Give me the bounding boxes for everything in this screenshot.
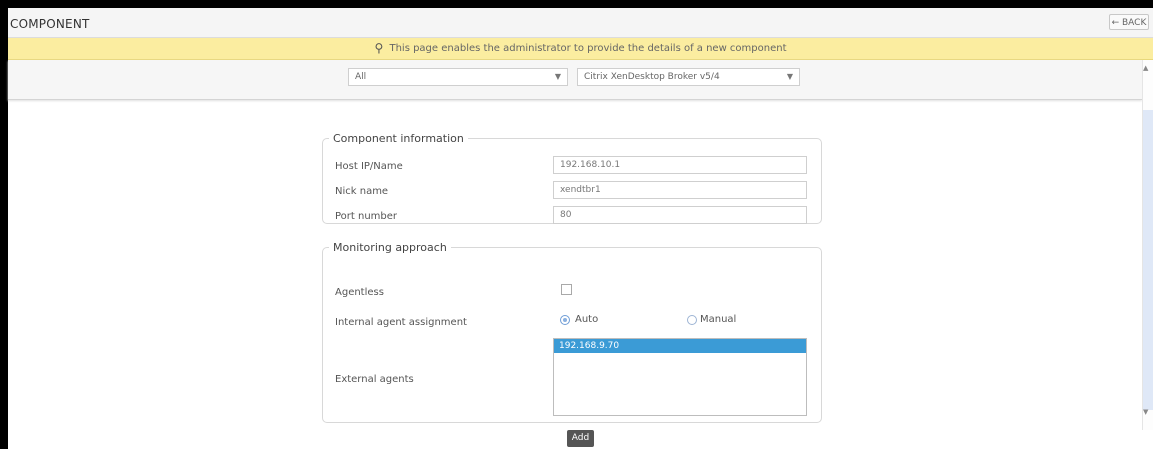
page-title: COMPONENT <box>10 17 90 31</box>
nick-name-label: Nick name <box>335 186 389 197</box>
add-button[interactable]: Add <box>567 430 594 447</box>
info-banner: ⚲ This page enables the administrator to… <box>8 38 1153 60</box>
scrollbar-thumb[interactable] <box>1143 110 1153 410</box>
window-left-border <box>0 8 8 449</box>
scroll-down-arrow-icon[interactable]: ▼ <box>1143 408 1148 416</box>
host-ip-label: Host IP/Name <box>335 161 403 172</box>
list-item[interactable]: 192.168.9.70 <box>554 339 806 353</box>
scroll-up-arrow-icon[interactable]: ▲ <box>1143 64 1148 72</box>
monitoring-approach-section: Monitoring approach Agentless Internal a… <box>322 241 822 423</box>
agentless-label: Agentless <box>335 287 384 298</box>
external-agents-listbox[interactable]: 192.168.9.70 <box>553 338 807 416</box>
port-number-input[interactable]: 80 <box>553 206 807 224</box>
chevron-down-icon: ▼ <box>786 72 793 81</box>
window-top-border <box>0 0 1153 8</box>
external-agents-label: External agents <box>335 374 414 385</box>
host-ip-input[interactable]: 192.168.10.1 <box>553 156 807 174</box>
auto-radio[interactable] <box>560 315 570 325</box>
component-information-legend: Component information <box>333 132 464 145</box>
component-type-select[interactable]: Citrix XenDesktop Broker v5/4 ▼ <box>577 68 800 86</box>
auto-radio-label[interactable]: Auto <box>575 314 598 325</box>
internal-agent-label: Internal agent assignment <box>335 317 467 328</box>
port-number-label: Port number <box>335 211 398 222</box>
pin-icon: ⚲ <box>374 41 384 55</box>
filter-bar: All ▼ Citrix XenDesktop Broker v5/4 ▼ <box>8 60 1142 100</box>
manual-radio[interactable] <box>687 315 697 325</box>
chevron-down-icon: ▼ <box>554 72 561 81</box>
nick-name-input[interactable]: xendtbr1 <box>553 181 807 199</box>
component-information-section: Component information Host IP/Name 192.1… <box>322 132 822 224</box>
manual-radio-label[interactable]: Manual <box>700 314 736 325</box>
component-type-value: Citrix XenDesktop Broker v5/4 <box>584 72 720 82</box>
monitoring-approach-legend: Monitoring approach <box>333 241 447 254</box>
back-button[interactable]: ← BACK <box>1109 14 1149 30</box>
component-category-value: All <box>355 72 367 82</box>
agentless-checkbox[interactable] <box>561 284 572 295</box>
component-category-select[interactable]: All ▼ <box>348 68 568 86</box>
page-header: COMPONENT ← BACK <box>8 8 1153 38</box>
info-message: This page enables the administrator to p… <box>389 43 787 54</box>
